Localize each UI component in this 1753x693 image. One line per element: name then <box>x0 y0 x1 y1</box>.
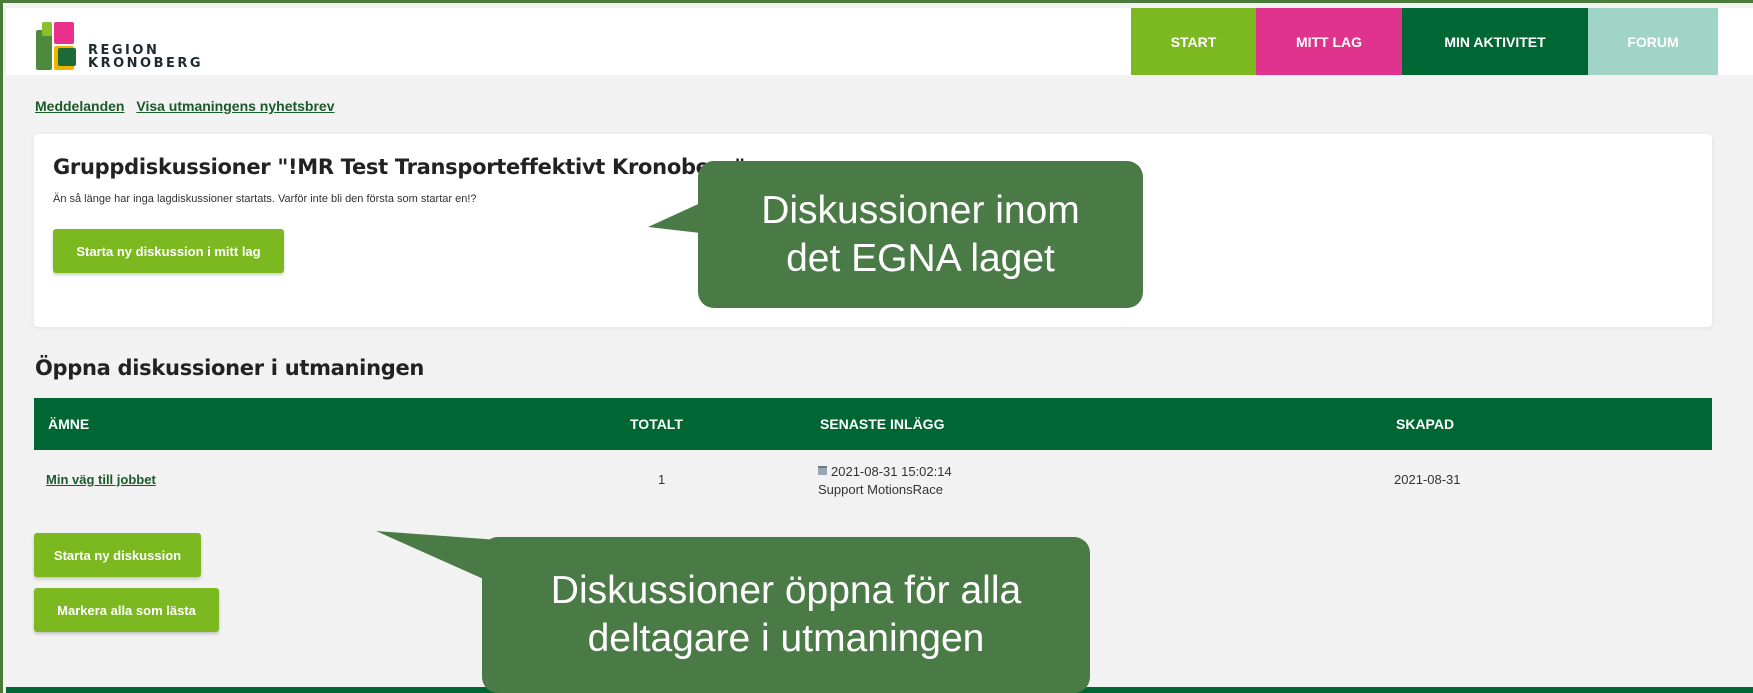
callout-own-team-line2: det EGNA laget <box>786 236 1055 280</box>
discussions-table: ÄMNE TOTALT SENASTE INLÄGG SKAPAD Min vä… <box>34 398 1712 497</box>
latest-date: 2021-08-31 15:02:14 <box>831 464 952 479</box>
nav-forum[interactable]: FORUM <box>1588 8 1718 75</box>
nav-mitt-lag[interactable]: MITT LAG <box>1256 8 1402 75</box>
col-topic[interactable]: ÄMNE <box>48 416 89 432</box>
table-header: ÄMNE TOTALT SENASTE INLÄGG SKAPAD <box>34 398 1712 450</box>
col-total[interactable]: TOTALT <box>630 416 683 432</box>
sub-links: Meddelanden Visa utmaningens nyhetsbrev <box>35 98 343 114</box>
meddelanden-link[interactable]: Meddelanden <box>35 98 124 114</box>
site-header: REGION KRONOBERG START MITT LAG MIN AKTI… <box>6 8 1753 75</box>
discussion-created: 2021-08-31 <box>1394 472 1461 487</box>
callout-open-discussions: Diskussioner öppna för alla deltagare i … <box>482 537 1090 693</box>
nav-min-aktivitet[interactable]: MIN AKTIVITET <box>1402 8 1588 75</box>
callout-own-team-line1: Diskussioner inom <box>761 188 1080 232</box>
logo-mark-icon <box>36 22 80 70</box>
discussion-topic-link[interactable]: Min väg till jobbet <box>46 472 156 487</box>
col-latest[interactable]: SENASTE INLÄGG <box>820 416 944 432</box>
nav-start[interactable]: START <box>1131 8 1256 75</box>
group-discussions-subtitle: Än så länge har inga lagdiskussioner sta… <box>53 193 477 205</box>
nyhetsbrev-link[interactable]: Visa utmaningens nyhetsbrev <box>136 98 334 114</box>
group-discussions-title: Gruppdiskussioner "!MR Test Transporteff… <box>53 155 746 179</box>
logo-line2: KRONOBERG <box>88 56 204 71</box>
latest-author[interactable]: Support MotionsRace <box>818 481 952 499</box>
callout-open-line2: deltagare i utmaningen <box>587 617 985 660</box>
start-team-discussion-button[interactable]: Starta ny diskussion i mitt lag <box>53 229 284 273</box>
callout-open-line1: Diskussioner öppna för alla <box>550 569 1022 612</box>
discussion-total: 1 <box>658 472 666 487</box>
table-row: Min väg till jobbet 1 2021-08-31 15:02:1… <box>34 450 1712 510</box>
calendar-icon <box>818 466 827 475</box>
open-discussions-title: Öppna diskussioner i utmaningen <box>35 356 425 380</box>
logo-text: REGION KRONOBERG <box>88 44 203 70</box>
callout-own-team: Diskussioner inom det EGNA laget <box>698 161 1143 308</box>
start-new-discussion-button[interactable]: Starta ny diskussion <box>34 533 201 577</box>
mark-all-read-button[interactable]: Markera alla som lästa <box>34 588 219 632</box>
col-created[interactable]: SKAPAD <box>1396 416 1454 432</box>
discussion-latest: 2021-08-31 15:02:14 Support MotionsRace <box>818 463 952 499</box>
region-kronoberg-logo[interactable]: REGION KRONOBERG <box>36 22 206 74</box>
